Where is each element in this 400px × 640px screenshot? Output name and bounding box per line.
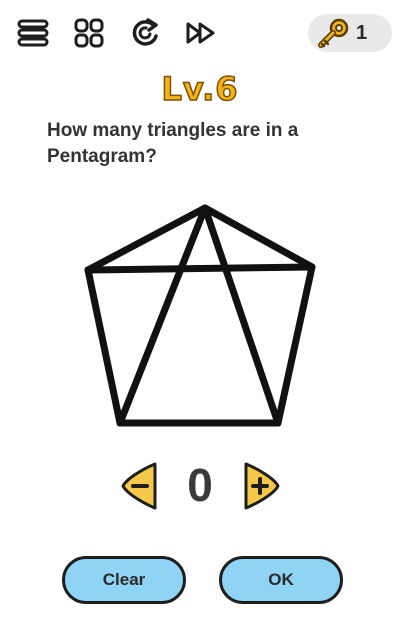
puzzle-figure <box>70 190 330 440</box>
answer-value: 0 <box>187 459 213 511</box>
ok-button[interactable]: OK <box>219 556 343 604</box>
decrement-button[interactable] <box>119 460 159 512</box>
menu-icon[interactable] <box>16 16 50 50</box>
plus-icon <box>244 462 280 510</box>
inner-line-2 <box>116 204 209 427</box>
restart-icon[interactable] <box>128 16 162 50</box>
key-count: 1 <box>356 22 368 44</box>
inner-line-1 <box>84 263 316 274</box>
level-title: Lv.6 <box>161 69 239 109</box>
levels-grid-icon[interactable] <box>72 16 106 50</box>
increment-button[interactable] <box>242 460 282 512</box>
key-icon <box>316 17 352 49</box>
hint-keys-button[interactable]: 1 <box>308 14 392 52</box>
skip-icon[interactable] <box>184 16 218 50</box>
clear-button[interactable]: Clear <box>62 556 186 604</box>
pentagon-outline <box>84 204 316 427</box>
top-toolbar: 1 <box>0 0 400 64</box>
minus-icon <box>121 462 157 510</box>
question-text: How many triangles are in a Pentagram? <box>47 120 299 167</box>
